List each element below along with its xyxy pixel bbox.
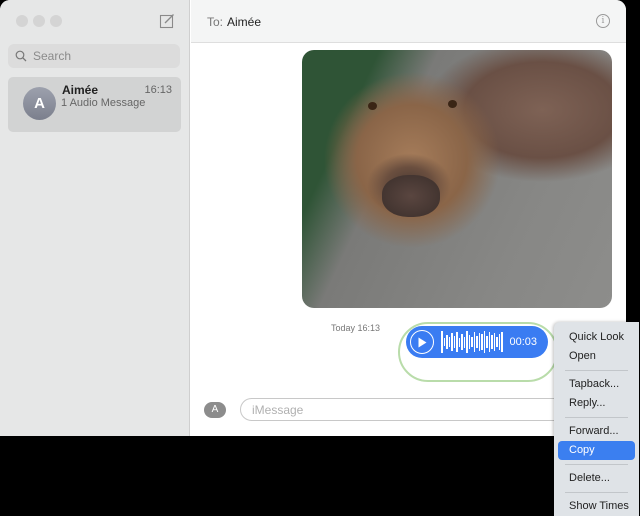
menu-separator	[565, 492, 628, 493]
waveform-bar	[486, 336, 488, 348]
to-label: To:	[207, 15, 224, 29]
waveform-bar	[443, 338, 445, 346]
info-icon[interactable]: i	[596, 14, 610, 28]
conversation-header: To: Aimée i	[191, 0, 626, 43]
menu-separator	[565, 464, 628, 465]
waveform-bar	[456, 332, 458, 352]
menu-item-tapback[interactable]: Tapback...	[558, 375, 635, 394]
waveform-bar	[441, 331, 443, 353]
waveform-bar	[496, 337, 498, 347]
waveform-bar	[448, 337, 450, 347]
waveform-bar	[481, 334, 483, 350]
message-input[interactable]	[240, 398, 570, 421]
waveform-bar	[491, 335, 493, 349]
menu-separator	[565, 417, 628, 418]
waveform-bar	[471, 337, 473, 347]
search-icon	[15, 50, 27, 62]
play-icon	[418, 337, 427, 347]
waveform-bar	[478, 333, 480, 351]
window-controls	[16, 15, 62, 27]
dog-eye-left	[368, 102, 377, 110]
dog-nose	[382, 175, 440, 217]
waveform-bar	[468, 335, 470, 349]
waveform-bar	[461, 334, 463, 350]
waveform-bar	[463, 336, 465, 348]
compose-icon[interactable]	[159, 13, 175, 29]
search-field[interactable]	[8, 44, 180, 68]
photo-message[interactable]	[302, 50, 612, 308]
menu-item-reply[interactable]: Reply...	[558, 394, 635, 413]
dog-eye-right	[448, 100, 457, 108]
menu-item-delete[interactable]: Delete...	[558, 469, 635, 488]
app-store-icon[interactable]: A	[204, 402, 226, 418]
audio-message-bubble[interactable]: 00:03	[406, 326, 548, 358]
recipient-name[interactable]: Aimée	[227, 15, 261, 29]
zoom-window-button[interactable]	[50, 15, 62, 27]
search-input[interactable]	[33, 49, 173, 63]
menu-item-copy[interactable]: Copy	[558, 441, 635, 460]
waveform-bar	[493, 333, 495, 351]
message-timestamp: Today 16:13	[331, 323, 381, 333]
conversation-name: Aimée	[62, 83, 99, 97]
waveform-bar	[458, 337, 460, 347]
conversation-item[interactable]: A Aimée 16:13 1 Audio Message	[8, 77, 181, 132]
menu-item-quick-look[interactable]: Quick Look	[558, 328, 635, 347]
avatar: A	[23, 87, 56, 120]
menu-separator	[565, 370, 628, 371]
audio-waveform[interactable]	[441, 329, 503, 355]
waveform-bar	[466, 331, 468, 353]
sidebar: A Aimée 16:13 1 Audio Message	[0, 0, 190, 436]
conversation-time: 16:13	[144, 84, 172, 96]
menu-item-forward[interactable]: Forward...	[558, 422, 635, 441]
minimize-window-button[interactable]	[33, 15, 45, 27]
conversation-preview: 1 Audio Message	[61, 97, 146, 109]
waveform-bar	[476, 336, 478, 348]
waveform-bar	[498, 334, 500, 350]
play-button[interactable]	[410, 330, 434, 354]
audio-duration: 00:03	[509, 336, 538, 348]
waveform-bar	[453, 336, 455, 348]
waveform-bar	[483, 331, 485, 353]
waveform-bar	[446, 335, 448, 349]
context-menu: Quick Look Open Tapback... Reply... Forward.…	[554, 322, 639, 516]
close-window-button[interactable]	[16, 15, 28, 27]
menu-item-open[interactable]: Open	[558, 347, 635, 366]
waveform-bar	[488, 332, 490, 352]
waveform-bar	[501, 332, 503, 352]
waveform-bar	[451, 333, 453, 351]
waveform-bar	[473, 332, 475, 352]
menu-item-show-times[interactable]: Show Times	[558, 497, 635, 516]
